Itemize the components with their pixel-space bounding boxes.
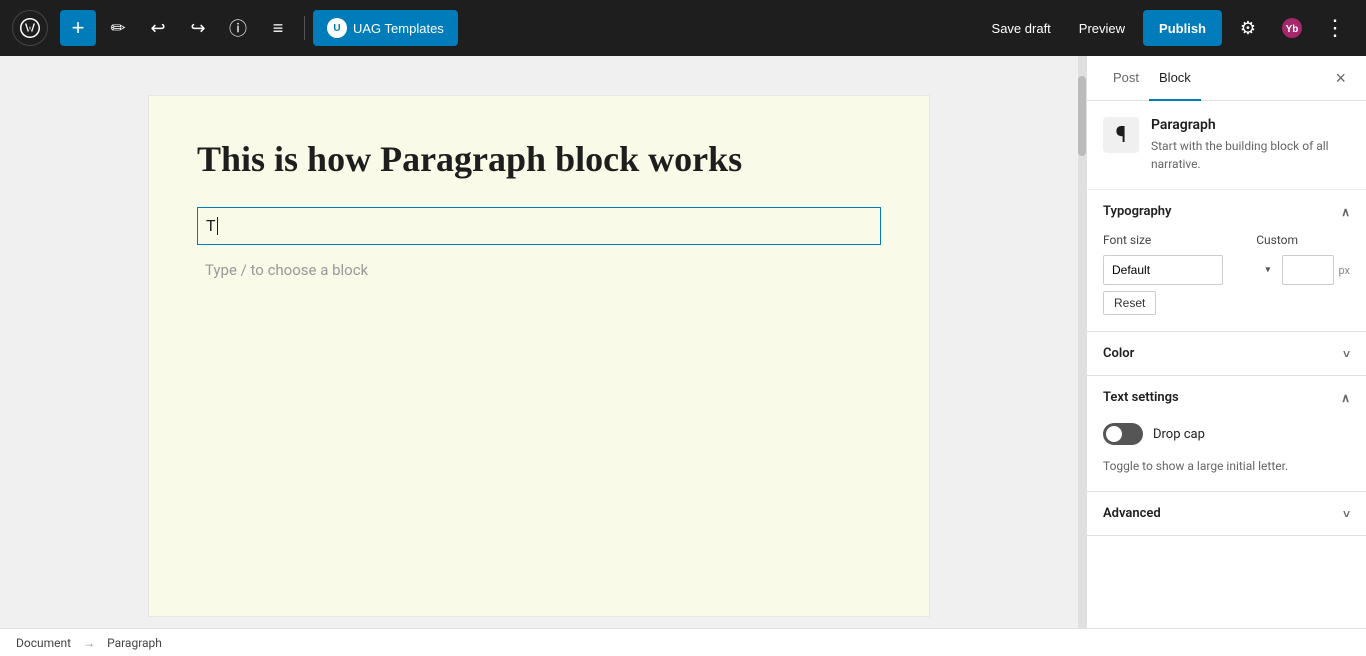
paragraph-block[interactable]: T (197, 207, 881, 245)
typography-panel-header[interactable]: Typography ∧ (1087, 190, 1366, 233)
typography-panel-content: Font size Custom Default Small Medium La… (1087, 233, 1366, 331)
block-name: Paragraph (1151, 117, 1350, 133)
close-icon: × (1335, 68, 1346, 88)
wp-logo[interactable] (12, 10, 48, 46)
undo-button[interactable]: ↩ (140, 10, 176, 46)
advanced-label: Advanced (1103, 506, 1161, 521)
typography-panel: Typography ∧ Font size Custom Default Sm… (1087, 190, 1366, 332)
redo-button[interactable]: ↪ (180, 10, 216, 46)
svg-text:Yb: Yb (1286, 24, 1299, 35)
color-panel: Color ˅ (1087, 332, 1366, 376)
tab-post[interactable]: Post (1103, 56, 1149, 101)
block-info-text: Paragraph Start with the building block … (1151, 117, 1350, 173)
settings-button[interactable]: ⚙ (1230, 10, 1266, 46)
text-settings-panel-header[interactable]: Text settings ∧ (1087, 376, 1366, 419)
font-size-label: Font size (1103, 233, 1151, 247)
pencil-icon: ✏ (110, 18, 125, 39)
advanced-panel-header[interactable]: Advanced ˅ (1087, 492, 1366, 535)
more-options-button[interactable]: ⋮ (1318, 10, 1354, 46)
font-size-select-chevron-icon: ▾ (1265, 265, 1270, 276)
document-label: Document (16, 636, 71, 650)
status-bar: Document → Paragraph (0, 628, 1366, 656)
text-settings-panel: Text settings ∧ Drop cap Toggle to show … (1087, 376, 1366, 492)
edit-icon-button[interactable]: ✏ (100, 10, 136, 46)
font-size-select[interactable]: Default Small Medium Large Extra Large (1103, 255, 1223, 285)
drop-cap-row: Drop cap (1103, 419, 1350, 449)
preview-button[interactable]: Preview (1069, 15, 1135, 42)
pilcrow-icon: ¶ (1116, 123, 1127, 148)
uag-label: UAG Templates (353, 21, 444, 36)
more-icon: ⋮ (1324, 15, 1348, 41)
editor-area[interactable]: This is how Paragraph block works T Type… (0, 56, 1078, 628)
save-draft-button[interactable]: Save draft (982, 15, 1061, 42)
text-settings-chevron-up-icon: ∧ (1341, 391, 1350, 405)
tab-block[interactable]: Block (1149, 56, 1201, 101)
font-size-select-wrap: Default Small Medium Large Extra Large ▾ (1103, 255, 1276, 285)
reset-button[interactable]: Reset (1103, 291, 1156, 315)
list-view-icon: ≡ (273, 18, 284, 39)
cursor-text: T (206, 216, 216, 235)
block-info-section: ¶ Paragraph Start with the building bloc… (1087, 101, 1366, 190)
toolbar-left: + ✏ ↩ ↪ ⓘ ≡ U UAG Templates (12, 10, 978, 46)
custom-px-input[interactable] (1282, 255, 1334, 285)
custom-label: Custom (1256, 233, 1298, 247)
info-icon: ⓘ (229, 15, 247, 41)
publish-button[interactable]: Publish (1143, 10, 1222, 46)
typography-label: Typography (1103, 204, 1172, 219)
color-panel-header[interactable]: Color ˅ (1087, 332, 1366, 375)
gear-icon: ⚙ (1240, 18, 1256, 39)
add-block-button[interactable]: + (60, 10, 96, 46)
add-block-hint: Type / to choose a block (197, 257, 881, 283)
yoast-icon: Yb (1278, 14, 1306, 42)
scrollbar-thumb[interactable] (1078, 76, 1086, 156)
uag-templates-button[interactable]: U UAG Templates (313, 10, 458, 46)
editor-scrollbar[interactable] (1078, 56, 1086, 628)
list-view-button[interactable]: ≡ (260, 10, 296, 46)
font-size-labels-row: Font size Custom (1103, 233, 1350, 247)
toolbar-right: Save draft Preview Publish ⚙ Yb ⋮ (982, 10, 1354, 46)
uag-icon: U (327, 18, 347, 38)
text-settings-panel-content: Drop cap Toggle to show a large initial … (1087, 419, 1366, 491)
advanced-chevron-down-icon: ˅ (1343, 507, 1350, 521)
font-size-controls: Default Small Medium Large Extra Large ▾… (1103, 255, 1350, 315)
redo-icon: ↪ (190, 18, 205, 39)
editor-canvas[interactable]: This is how Paragraph block works T Type… (149, 96, 929, 616)
custom-px-wrap: px (1282, 255, 1350, 285)
paragraph-block-icon: ¶ (1103, 117, 1139, 153)
text-settings-label: Text settings (1103, 390, 1179, 405)
close-sidebar-button[interactable]: × (1331, 64, 1350, 93)
color-label: Color (1103, 346, 1134, 361)
breadcrumb-arrow: → (83, 636, 95, 650)
toggle-thumb (1106, 426, 1122, 442)
advanced-panel: Advanced ˅ (1087, 492, 1366, 536)
toolbar-divider (304, 16, 305, 40)
post-title[interactable]: This is how Paragraph block works (197, 136, 881, 183)
undo-icon: ↩ (150, 18, 165, 39)
text-cursor (217, 217, 218, 235)
drop-cap-label: Drop cap (1153, 427, 1205, 442)
block-description: Start with the building block of all nar… (1151, 137, 1350, 173)
yoast-button[interactable]: Yb (1274, 10, 1310, 46)
color-chevron-down-icon: ˅ (1343, 347, 1350, 361)
right-sidebar: Post Block × ¶ Paragraph Start with the … (1086, 56, 1366, 628)
px-unit-label: px (1338, 264, 1350, 277)
sidebar-tabs: Post Block × (1087, 56, 1366, 101)
drop-cap-description: Toggle to show a large initial letter. (1103, 457, 1350, 475)
paragraph-cursor-area: T (206, 212, 872, 240)
drop-cap-toggle[interactable] (1103, 423, 1143, 445)
paragraph-breadcrumb: Paragraph (107, 636, 162, 650)
typography-chevron-up-icon: ∧ (1341, 205, 1350, 219)
main-toolbar: + ✏ ↩ ↪ ⓘ ≡ U UAG Templates (0, 0, 1366, 56)
main-area: This is how Paragraph block works T Type… (0, 56, 1366, 628)
info-button[interactable]: ⓘ (220, 10, 256, 46)
